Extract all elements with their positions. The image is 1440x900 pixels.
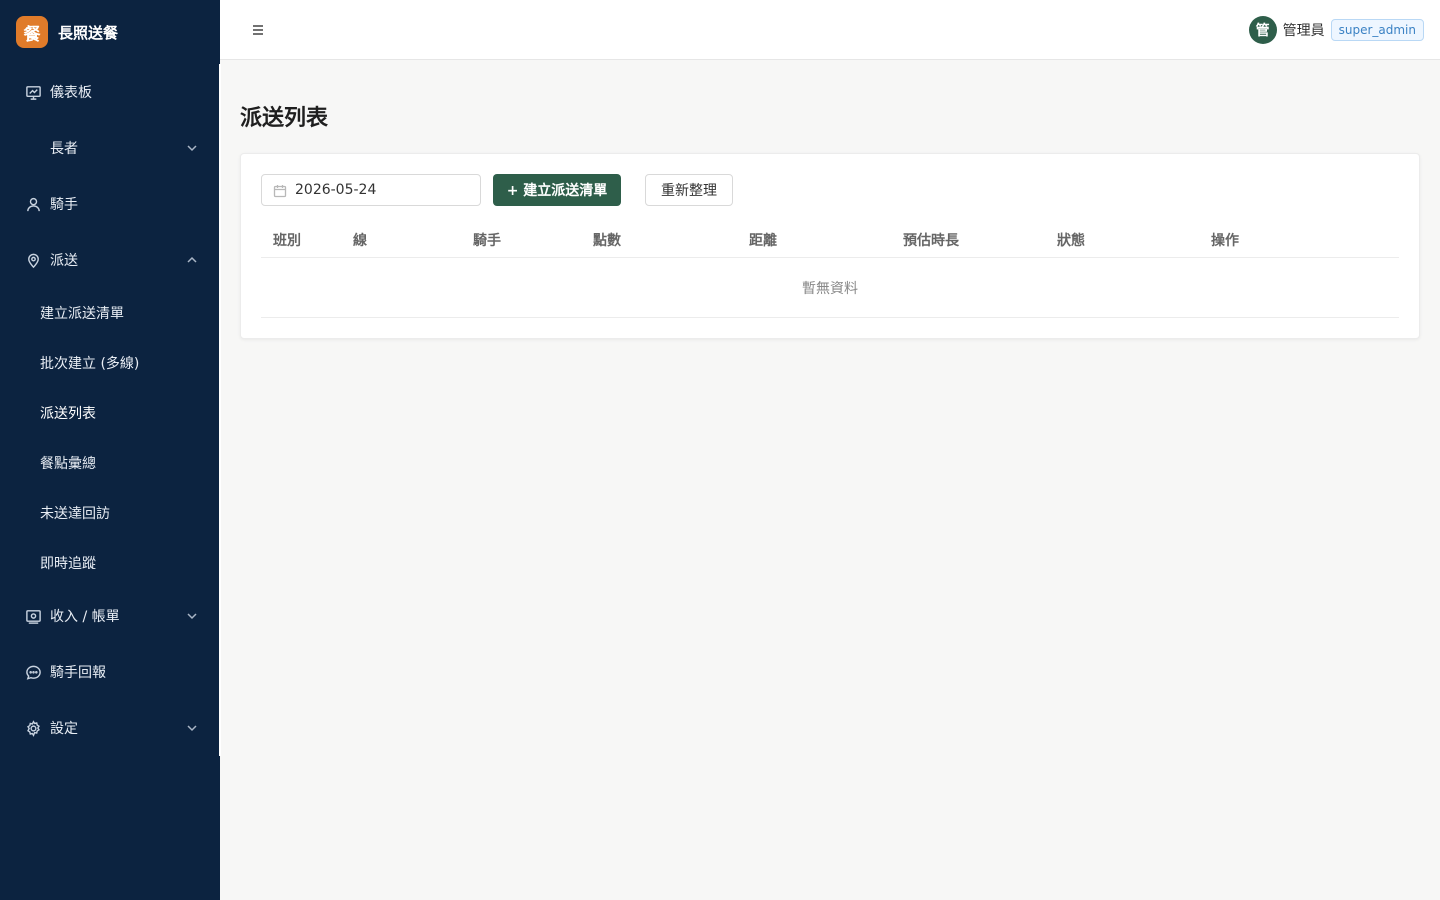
sidebar-item-riders[interactable]: 騎手: [0, 184, 220, 224]
sidebar-item-elders[interactable]: 長者: [0, 128, 220, 168]
chevron-up-icon: [186, 254, 198, 266]
sidebar-item-label: 儀表板: [50, 85, 92, 101]
dispatch-list-card: 2026-05-24 + 建立派送清單 重新整理 班別 線 騎手 點數 距離 預…: [240, 153, 1420, 339]
table-empty-row: 暫無資料: [261, 258, 1399, 318]
column-header-actions: 操作: [1211, 233, 1239, 249]
column-header-est-duration: 預估時長: [903, 233, 959, 249]
sidebar-item-label: 長者: [50, 141, 78, 157]
chevron-down-icon: [186, 142, 198, 154]
refresh-button[interactable]: 重新整理: [645, 174, 733, 206]
sidebar-subitem-undelivered-followup[interactable]: 未送達回訪: [0, 493, 220, 533]
sidebar: 餐 長照送餐 儀表板 長者 騎手 派送 建立派送清單 批次建立 (多線) 派送列…: [0, 0, 220, 900]
avatar[interactable]: 管: [1248, 16, 1277, 44]
sidebar-subitem-live-tracking[interactable]: 即時追蹤: [0, 543, 220, 583]
brand-name: 長照送餐: [58, 23, 119, 42]
user-menu[interactable]: 管 管理員 super_admin: [1248, 16, 1424, 44]
sidebar-item-label: 騎手回報: [50, 665, 106, 681]
sidebar-item-label: 派送: [50, 253, 78, 269]
sidebar-item-income-billing[interactable]: 收入 / 帳單: [0, 596, 220, 636]
sidebar-item-label: 騎手: [50, 197, 78, 213]
dispatch-table: 班別 線 騎手 點數 距離 預估時長 狀態 操作 暫無資料: [261, 222, 1399, 318]
chat-icon: [24, 663, 42, 681]
create-dispatch-button[interactable]: + 建立派送清單: [493, 174, 621, 206]
sidebar-subitem-create-dispatch[interactable]: 建立派送清單: [0, 293, 220, 333]
role-badge: super_admin: [1330, 19, 1424, 41]
sidebar-item-dashboard[interactable]: 儀表板: [0, 72, 220, 112]
user-name: 管理員: [1282, 23, 1325, 39]
sidebar-item-settings[interactable]: 設定: [0, 708, 220, 748]
column-header-line: 線: [353, 233, 367, 249]
empty-state-text: 暫無資料: [802, 280, 858, 297]
column-header-rider: 騎手: [473, 233, 501, 249]
column-header-points: 點數: [593, 233, 621, 249]
sidebar-item-dispatch[interactable]: 派送: [0, 240, 220, 280]
brand[interactable]: 餐 長照送餐: [0, 0, 220, 64]
date-picker[interactable]: 2026-05-24: [261, 174, 481, 206]
top-header: 管 管理員 super_admin: [220, 0, 1440, 60]
date-value: 2026-05-24: [295, 182, 377, 198]
location-icon: [24, 251, 42, 269]
dashboard-icon: [24, 83, 42, 101]
sidebar-subitem-meal-summary[interactable]: 餐點彙總: [0, 443, 220, 483]
menu-toggle-icon[interactable]: [250, 22, 266, 38]
chevron-down-icon: [186, 610, 198, 622]
sidebar-item-rider-reports[interactable]: 騎手回報: [0, 652, 220, 692]
column-header-status: 狀態: [1057, 233, 1085, 249]
sidebar-divider: [219, 64, 221, 756]
calendar-icon: [273, 183, 287, 198]
user-icon: [24, 195, 42, 213]
brand-logo: 餐: [16, 16, 48, 48]
column-header-shift: 班別: [273, 233, 301, 249]
sidebar-subitem-batch-create[interactable]: 批次建立 (多線): [0, 343, 220, 383]
sidebar-item-label: 收入 / 帳單: [50, 609, 120, 625]
gear-icon: [24, 719, 42, 737]
sidebar-item-label: 設定: [50, 721, 78, 737]
sidebar-subitem-dispatch-list[interactable]: 派送列表: [0, 393, 220, 433]
column-header-distance: 距離: [749, 233, 777, 249]
chevron-down-icon: [186, 722, 198, 734]
page-title: 派送列表: [240, 106, 329, 131]
wallet-icon: [24, 607, 42, 625]
table-header: 班別 線 騎手 點數 距離 預估時長 狀態 操作: [261, 222, 1399, 258]
